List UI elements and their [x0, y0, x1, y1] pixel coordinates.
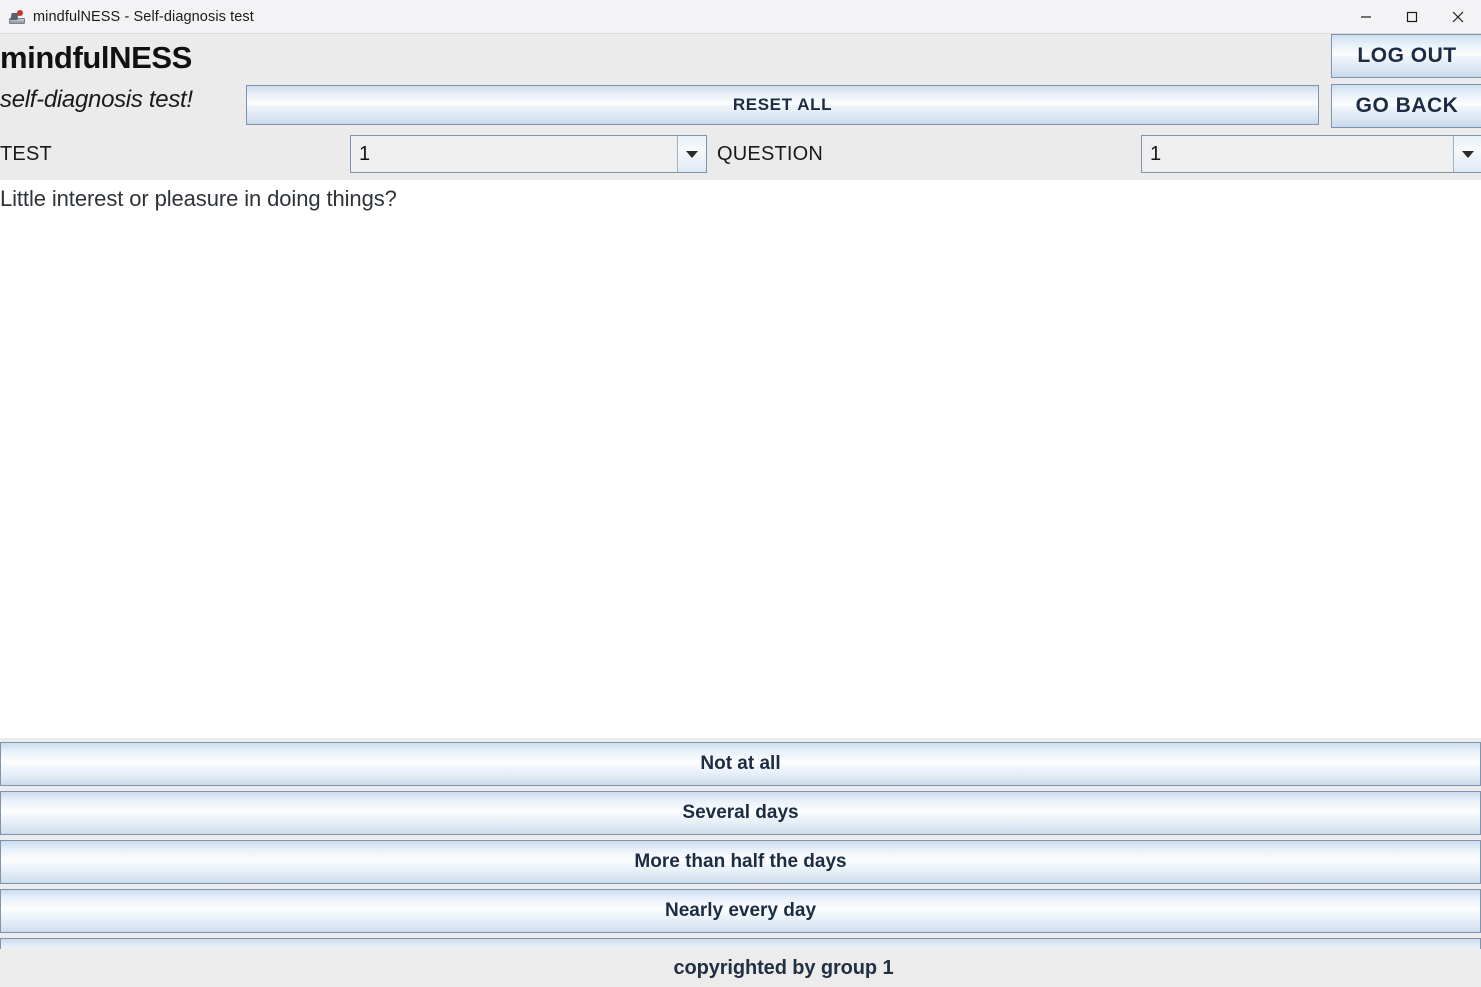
application-window: mindfulNESS - Self-diagnosis test mindfu…: [0, 0, 1481, 987]
answer-button[interactable]: Several days: [0, 791, 1481, 835]
chevron-down-icon[interactable]: [1453, 136, 1481, 172]
close-icon[interactable]: [1435, 0, 1481, 34]
log-out-button[interactable]: LOG OUT: [1331, 34, 1481, 78]
question-content-area: Little interest or pleasure in doing thi…: [0, 180, 1481, 738]
brand-title: mindfulNESS: [0, 40, 192, 75]
window-controls: [1343, 0, 1481, 34]
window-title: mindfulNESS - Self-diagnosis test: [33, 8, 254, 25]
test-label: TEST: [0, 143, 52, 165]
test-select-value: 1: [351, 136, 677, 172]
answer-button[interactable]: More than half the days: [0, 840, 1481, 884]
copyright-text: copyrighted by group 1: [673, 956, 894, 979]
test-select[interactable]: 1: [350, 135, 707, 173]
app-icon: [9, 9, 25, 25]
brand-subtitle: self-diagnosis test!: [0, 86, 193, 113]
answer-button[interactable]: Not at all: [0, 742, 1481, 786]
maximize-icon[interactable]: [1389, 0, 1435, 34]
answer-options-panel: Not at all Several days More than half t…: [0, 738, 1481, 982]
go-back-button[interactable]: GO BACK: [1331, 84, 1481, 128]
chevron-down-icon[interactable]: [677, 136, 706, 172]
question-select[interactable]: 1: [1141, 135, 1481, 173]
question-label: QUESTION: [717, 143, 824, 165]
answer-button[interactable]: Nearly every day: [0, 889, 1481, 933]
reset-all-button[interactable]: RESET ALL: [246, 85, 1319, 125]
footer-bar: copyrighted by group 1: [0, 949, 1481, 987]
minimize-icon[interactable]: [1343, 0, 1389, 34]
title-bar: mindfulNESS - Self-diagnosis test: [0, 0, 1481, 34]
question-text: Little interest or pleasure in doing thi…: [0, 186, 397, 211]
question-select-value: 1: [1142, 136, 1453, 172]
